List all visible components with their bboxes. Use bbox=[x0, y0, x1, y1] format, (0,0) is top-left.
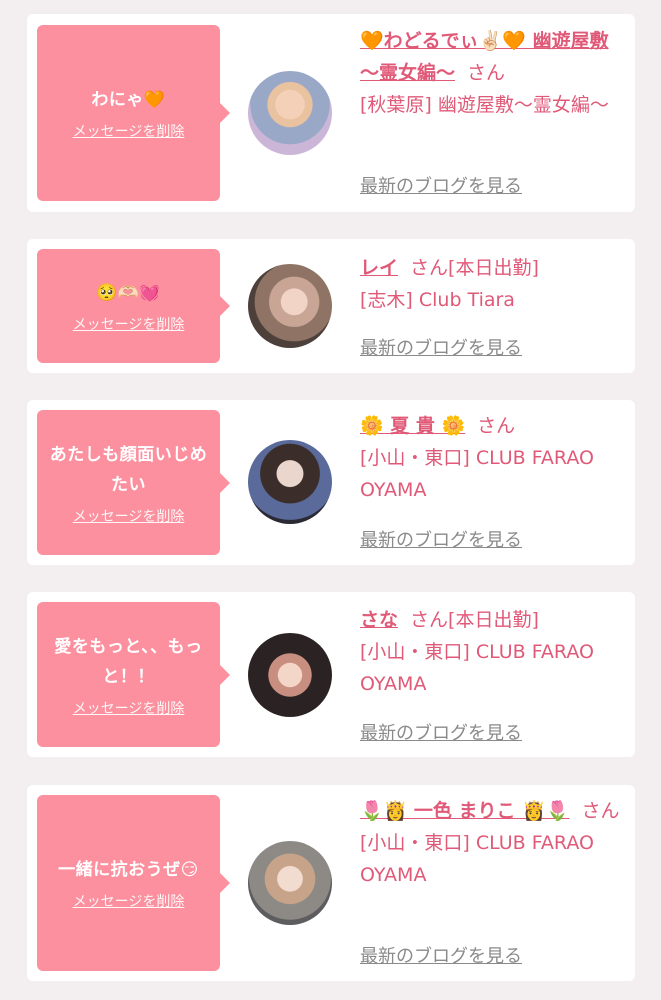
honorific: さん bbox=[477, 415, 516, 437]
delete-message-link[interactable]: メッセージを削除 bbox=[73, 506, 185, 526]
cast-name-link[interactable]: さな bbox=[360, 609, 398, 631]
message-card: 🥺🫶🏻💓 メッセージを削除 レイ さん[本日出勤] [志木] Club Tiara… bbox=[27, 239, 635, 373]
avatar[interactable] bbox=[248, 841, 332, 925]
shop-name: [小山・東口] CLUB FARAO OYAMA bbox=[360, 447, 594, 501]
honorific: さん bbox=[467, 62, 506, 84]
message-bubble: 愛をもっと、、もっと！！ メッセージを削除 bbox=[37, 602, 230, 747]
cast-info: 🧡わどるでぃ✌🏻🧡 幽遊屋敷 〜霊女編〜 さん [秋葉原] 幽遊屋敷〜霊女編〜 bbox=[360, 25, 630, 121]
cast-info: 🌷👸 一色 まりこ 👸🌷 さん [小山・東口] CLUB FARAO OYAMA bbox=[360, 795, 630, 891]
honorific: さん bbox=[581, 800, 620, 822]
message-text: 🥺🫶🏻💓 bbox=[95, 283, 161, 303]
cast-name-link[interactable]: 🌼 夏 貴 🌼 bbox=[360, 415, 465, 437]
delete-message-link[interactable]: メッセージを削除 bbox=[73, 121, 185, 141]
message-card: あたしも顔面いじめたい メッセージを削除 🌼 夏 貴 🌼 さん [小山・東口] C… bbox=[27, 400, 635, 565]
delete-message-link[interactable]: メッセージを削除 bbox=[73, 891, 185, 911]
cast-info: レイ さん[本日出勤] [志木] Club Tiara bbox=[360, 252, 630, 316]
cast-name-link[interactable]: 🌷👸 一色 まりこ 👸🌷 bbox=[360, 800, 569, 822]
shop-name: [秋葉原] 幽遊屋敷〜霊女編〜 bbox=[360, 94, 609, 116]
latest-blog-link[interactable]: 最新のブログを見る bbox=[360, 172, 522, 198]
cast-info: さな さん[本日出勤] [小山・東口] CLUB FARAO OYAMA bbox=[360, 604, 630, 700]
message-bubble: 一緒に抗おうぜ😏 メッセージを削除 bbox=[37, 795, 230, 971]
shop-name: [小山・東口] CLUB FARAO OYAMA bbox=[360, 832, 594, 886]
latest-blog-link[interactable]: 最新のブログを見る bbox=[360, 719, 522, 745]
message-card: 一緒に抗おうぜ😏 メッセージを削除 🌷👸 一色 まりこ 👸🌷 さん [小山・東口]… bbox=[27, 785, 635, 981]
delete-message-link[interactable]: メッセージを削除 bbox=[73, 698, 185, 718]
latest-blog-link[interactable]: 最新のブログを見る bbox=[360, 526, 522, 552]
message-text: 一緒に抗おうぜ😏 bbox=[58, 860, 199, 880]
message-bubble: わにゃ🧡 メッセージを削除 bbox=[37, 25, 230, 201]
attendance-status: [本日出勤] bbox=[448, 609, 539, 631]
latest-blog-link[interactable]: 最新のブログを見る bbox=[360, 334, 522, 360]
message-text: わにゃ🧡 bbox=[91, 90, 166, 110]
shop-name: [志木] Club Tiara bbox=[360, 289, 515, 311]
honorific: さん bbox=[410, 257, 449, 279]
message-bubble: 🥺🫶🏻💓 メッセージを削除 bbox=[37, 249, 230, 363]
message-text: 愛をもっと、、もっと！！ bbox=[54, 636, 203, 687]
message-card: わにゃ🧡 メッセージを削除 🧡わどるでぃ✌🏻🧡 幽遊屋敷 〜霊女編〜 さん [秋葉… bbox=[27, 14, 635, 212]
avatar[interactable] bbox=[248, 633, 332, 717]
avatar[interactable] bbox=[248, 440, 332, 524]
avatar[interactable] bbox=[248, 264, 332, 348]
honorific: さん bbox=[410, 609, 449, 631]
shop-name: [小山・東口] CLUB FARAO OYAMA bbox=[360, 641, 594, 695]
cast-name-link[interactable]: レイ bbox=[360, 257, 398, 279]
message-text: あたしも顔面いじめたい bbox=[49, 444, 208, 495]
attendance-status: [本日出勤] bbox=[448, 257, 539, 279]
cast-info: 🌼 夏 貴 🌼 さん [小山・東口] CLUB FARAO OYAMA bbox=[360, 410, 630, 506]
delete-message-link[interactable]: メッセージを削除 bbox=[73, 314, 185, 334]
latest-blog-link[interactable]: 最新のブログを見る bbox=[360, 942, 522, 968]
avatar[interactable] bbox=[248, 71, 332, 155]
message-bubble: あたしも顔面いじめたい メッセージを削除 bbox=[37, 410, 230, 555]
message-card: 愛をもっと、、もっと！！ メッセージを削除 さな さん[本日出勤] [小山・東口]… bbox=[27, 592, 635, 757]
